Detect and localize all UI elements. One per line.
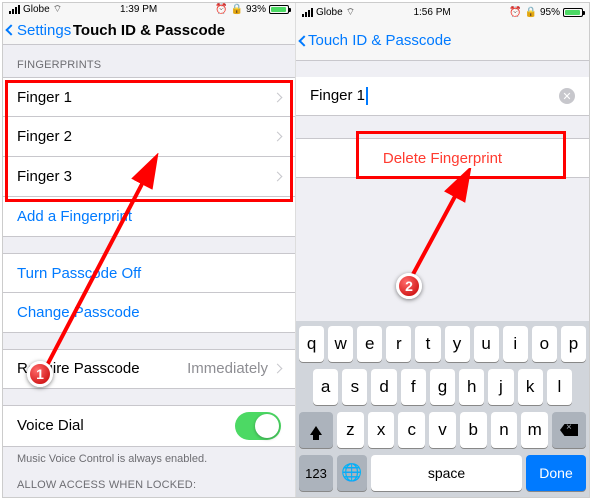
shift-icon: [310, 426, 322, 435]
battery-percent: 95%: [540, 7, 560, 18]
backspace-key[interactable]: [552, 412, 586, 448]
phone-right: Globe ⌔ 1:56 PM ⏰ 🔒 95% Touch ID & Passc…: [296, 3, 589, 497]
back-button[interactable]: Settings: [3, 22, 71, 39]
require-passcode-value: Immediately: [187, 360, 268, 377]
battery-icon: [563, 8, 583, 17]
key-r[interactable]: r: [386, 326, 411, 362]
key-o[interactable]: o: [532, 326, 557, 362]
backspace-icon: [560, 424, 578, 436]
key-p[interactable]: p: [561, 326, 586, 362]
fingerprint-row[interactable]: Finger 2: [3, 117, 295, 157]
voice-dial-note: Music Voice Control is always enabled.: [3, 447, 295, 465]
back-button[interactable]: Touch ID & Passcode: [296, 32, 451, 49]
voice-dial-row: Voice Dial: [3, 405, 295, 447]
delete-fingerprint-button[interactable]: Delete Fingerprint: [296, 138, 589, 178]
chevron-right-icon: [273, 92, 283, 102]
key-u[interactable]: u: [474, 326, 499, 362]
numbers-key[interactable]: 123: [299, 455, 333, 491]
voice-dial-label: Voice Dial: [17, 417, 84, 434]
nav-bar: Settings Touch ID & Passcode: [3, 16, 295, 45]
nav-bar: Touch ID & Passcode: [296, 21, 589, 61]
annotation-arrow-2: [406, 168, 486, 288]
wifi-icon: ⌔: [346, 6, 355, 19]
phone-left: Globe ⌔ 1:39 PM ⏰ 🔒 93% Settings Touch I…: [3, 3, 296, 497]
globe-icon: 🌐: [341, 463, 362, 483]
key-y[interactable]: y: [445, 326, 470, 362]
chevron-right-icon: [273, 132, 283, 142]
key-z[interactable]: z: [337, 412, 364, 448]
signal-icon: [9, 5, 20, 14]
key-s[interactable]: s: [342, 369, 367, 405]
carrier-label: Globe: [23, 4, 50, 15]
back-label: Touch ID & Passcode: [308, 32, 451, 49]
text-cursor: [366, 87, 368, 105]
step-badge-1: 1: [27, 361, 53, 387]
allow-access-header: ALLOW ACCESS WHEN LOCKED:: [3, 465, 295, 497]
add-fingerprint-button[interactable]: Add a Fingerprint: [3, 197, 295, 237]
turn-passcode-off-button[interactable]: Turn Passcode Off: [3, 253, 295, 293]
key-q[interactable]: q: [299, 326, 324, 362]
keyboard: qwertyuiop asdfghjkl zxcvbnm 123 🌐 space…: [296, 321, 589, 497]
key-c[interactable]: c: [398, 412, 425, 448]
key-d[interactable]: d: [371, 369, 396, 405]
clock: 1:56 PM: [413, 7, 450, 18]
key-h[interactable]: h: [459, 369, 484, 405]
key-i[interactable]: i: [503, 326, 528, 362]
alarm-icon: ⏰: [509, 7, 521, 18]
status-bar: Globe ⌔ 1:39 PM ⏰ 🔒 93%: [3, 3, 295, 16]
done-key[interactable]: Done: [526, 455, 586, 491]
rotation-lock-icon: 🔒: [231, 4, 243, 15]
key-m[interactable]: m: [521, 412, 548, 448]
key-n[interactable]: n: [491, 412, 518, 448]
key-g[interactable]: g: [430, 369, 455, 405]
shift-key[interactable]: [299, 412, 333, 448]
wifi-icon: ⌔: [53, 3, 62, 16]
key-v[interactable]: v: [429, 412, 456, 448]
key-k[interactable]: k: [518, 369, 543, 405]
voice-dial-toggle[interactable]: [235, 412, 281, 440]
globe-key[interactable]: 🌐: [337, 455, 367, 491]
clock: 1:39 PM: [120, 4, 157, 15]
key-w[interactable]: w: [328, 326, 353, 362]
back-label: Settings: [17, 22, 71, 39]
key-a[interactable]: a: [313, 369, 338, 405]
chevron-right-icon: [273, 364, 283, 374]
key-j[interactable]: j: [488, 369, 513, 405]
key-e[interactable]: e: [357, 326, 382, 362]
rotation-lock-icon: 🔒: [525, 7, 537, 18]
key-b[interactable]: b: [460, 412, 487, 448]
battery-percent: 93%: [246, 4, 266, 15]
key-x[interactable]: x: [368, 412, 395, 448]
change-passcode-button[interactable]: Change Passcode: [3, 293, 295, 333]
fingerprint-row[interactable]: Finger 1: [3, 77, 295, 117]
carrier-label: Globe: [316, 7, 343, 18]
key-l[interactable]: l: [547, 369, 572, 405]
status-bar: Globe ⌔ 1:56 PM ⏰ 🔒 95%: [296, 3, 589, 21]
step-badge-2: 2: [396, 273, 422, 299]
space-key[interactable]: space: [371, 455, 522, 491]
key-t[interactable]: t: [415, 326, 440, 362]
signal-icon: [302, 8, 313, 17]
chevron-left-icon: [5, 24, 16, 35]
key-f[interactable]: f: [401, 369, 426, 405]
fingerprint-name-value: Finger 1: [310, 87, 365, 104]
fingerprint-name-input[interactable]: Finger 1 ✕: [296, 77, 589, 116]
clear-icon[interactable]: ✕: [559, 88, 575, 104]
fingerprints-header: FINGERPRINTS: [3, 45, 295, 77]
fingerprint-row[interactable]: Finger 3: [3, 157, 295, 197]
alarm-icon: ⏰: [215, 4, 227, 15]
chevron-right-icon: [273, 172, 283, 182]
battery-icon: [269, 5, 289, 14]
